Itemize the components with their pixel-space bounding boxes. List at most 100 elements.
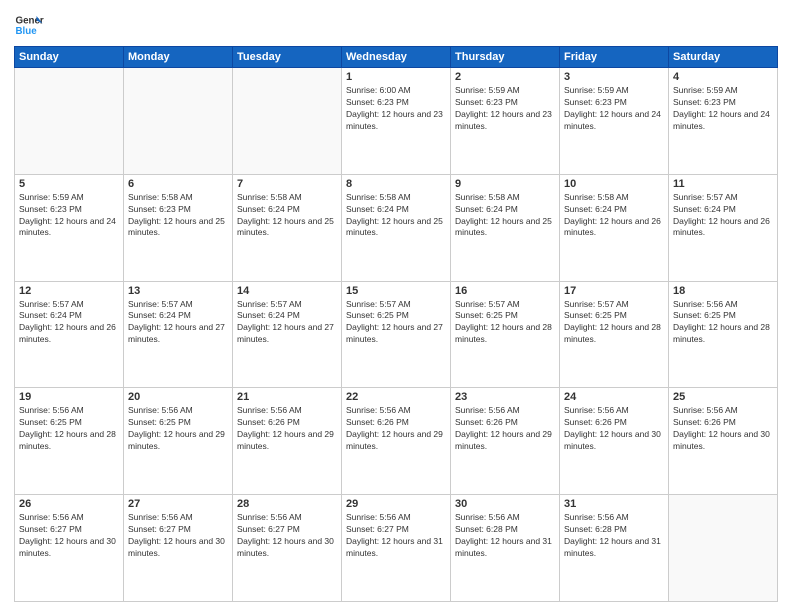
day-number: 9 (455, 178, 555, 190)
day-number: 30 (455, 498, 555, 510)
day-info: Sunrise: 5:58 AM Sunset: 6:24 PM Dayligh… (346, 192, 446, 240)
svg-text:Blue: Blue (16, 26, 38, 37)
day-info: Sunrise: 5:56 AM Sunset: 6:26 PM Dayligh… (564, 405, 664, 453)
weekday-header-saturday: Saturday (669, 47, 778, 68)
day-info: Sunrise: 5:56 AM Sunset: 6:28 PM Dayligh… (455, 512, 555, 560)
day-number: 29 (346, 498, 446, 510)
day-number: 8 (346, 178, 446, 190)
calendar-cell: 18Sunrise: 5:56 AM Sunset: 6:25 PM Dayli… (669, 281, 778, 388)
day-info: Sunrise: 5:57 AM Sunset: 6:24 PM Dayligh… (19, 299, 119, 347)
day-info: Sunrise: 5:56 AM Sunset: 6:27 PM Dayligh… (19, 512, 119, 560)
calendar-cell: 13 Sunrise: 5:57 AM Sunset: 6:24 PM Dayli… (124, 281, 233, 388)
day-number: 1 (346, 71, 446, 83)
calendar-cell: 31 Sunrise: 5:56 AM Sunset: 6:28 PM Dayli… (560, 495, 669, 602)
day-info: Sunrise: 5:56 AM Sunset: 6:26 PM Dayligh… (346, 405, 446, 453)
day-number: 15 (346, 285, 446, 297)
day-number: 10 (564, 178, 664, 190)
calendar-week-3: 12Sunrise: 5:57 AM Sunset: 6:24 PM Dayli… (15, 281, 778, 388)
day-number: 20 (128, 391, 228, 403)
day-number: 24 (564, 391, 664, 403)
day-number: 27 (128, 498, 228, 510)
day-info: Sunrise: 5:56 AM Sunset: 6:25 PM Dayligh… (19, 405, 119, 453)
day-info: Sunrise: 5:56 AM Sunset: 6:26 PM Dayligh… (455, 405, 555, 453)
day-info: Sunrise: 5:56 AM Sunset: 6:27 PM Dayligh… (128, 512, 228, 560)
day-info: Sunrise: 5:58 AM Sunset: 6:24 PM Dayligh… (455, 192, 555, 240)
calendar-cell: 24 Sunrise: 5:56 AM Sunset: 6:26 PM Dayli… (560, 388, 669, 495)
day-number: 19 (19, 391, 119, 403)
logo: General Blue (14, 10, 44, 40)
calendar-week-1: 1 Sunrise: 6:00 AM Sunset: 6:23 PM Daylig… (15, 68, 778, 175)
calendar-cell (15, 68, 124, 175)
logo-icon: General Blue (14, 10, 44, 40)
day-number: 13 (128, 285, 228, 297)
calendar-cell: 30 Sunrise: 5:56 AM Sunset: 6:28 PM Dayli… (451, 495, 560, 602)
day-info: Sunrise: 5:58 AM Sunset: 6:24 PM Dayligh… (564, 192, 664, 240)
day-info: Sunrise: 5:57 AM Sunset: 6:24 PM Dayligh… (673, 192, 773, 240)
calendar-cell (233, 68, 342, 175)
calendar-cell: 12Sunrise: 5:57 AM Sunset: 6:24 PM Dayli… (15, 281, 124, 388)
weekday-header-sunday: Sunday (15, 47, 124, 68)
calendar-week-5: 26 Sunrise: 5:56 AM Sunset: 6:27 PM Dayli… (15, 495, 778, 602)
calendar-cell: 29 Sunrise: 5:56 AM Sunset: 6:27 PM Dayli… (342, 495, 451, 602)
day-info: Sunrise: 5:59 AM Sunset: 6:23 PM Dayligh… (455, 85, 555, 133)
calendar-cell: 21 Sunrise: 5:56 AM Sunset: 6:26 PM Dayli… (233, 388, 342, 495)
day-number: 23 (455, 391, 555, 403)
calendar-cell: 1 Sunrise: 6:00 AM Sunset: 6:23 PM Daylig… (342, 68, 451, 175)
day-info: Sunrise: 5:56 AM Sunset: 6:27 PM Dayligh… (237, 512, 337, 560)
calendar-cell: 20 Sunrise: 5:56 AM Sunset: 6:25 PM Dayli… (124, 388, 233, 495)
calendar-cell (669, 495, 778, 602)
day-info: Sunrise: 5:56 AM Sunset: 6:26 PM Dayligh… (673, 405, 773, 453)
day-number: 2 (455, 71, 555, 83)
day-number: 31 (564, 498, 664, 510)
calendar-cell: 10 Sunrise: 5:58 AM Sunset: 6:24 PM Dayli… (560, 174, 669, 281)
day-info: Sunrise: 5:56 AM Sunset: 6:25 PM Dayligh… (128, 405, 228, 453)
day-info: Sunrise: 5:57 AM Sunset: 6:25 PM Dayligh… (346, 299, 446, 347)
calendar-cell: 8 Sunrise: 5:58 AM Sunset: 6:24 PM Daylig… (342, 174, 451, 281)
day-info: Sunrise: 5:58 AM Sunset: 6:23 PM Dayligh… (128, 192, 228, 240)
calendar-cell: 11 Sunrise: 5:57 AM Sunset: 6:24 PM Dayli… (669, 174, 778, 281)
calendar-cell: 23 Sunrise: 5:56 AM Sunset: 6:26 PM Dayli… (451, 388, 560, 495)
day-number: 21 (237, 391, 337, 403)
day-number: 3 (564, 71, 664, 83)
day-info: Sunrise: 5:56 AM Sunset: 6:27 PM Dayligh… (346, 512, 446, 560)
calendar-cell: 19 Sunrise: 5:56 AM Sunset: 6:25 PM Dayli… (15, 388, 124, 495)
calendar-cell: 28 Sunrise: 5:56 AM Sunset: 6:27 PM Dayli… (233, 495, 342, 602)
day-info: Sunrise: 5:59 AM Sunset: 6:23 PM Dayligh… (673, 85, 773, 133)
day-number: 16 (455, 285, 555, 297)
day-number: 5 (19, 178, 119, 190)
calendar-cell: 14Sunrise: 5:57 AM Sunset: 6:24 PM Dayli… (233, 281, 342, 388)
calendar-cell: 7 Sunrise: 5:58 AM Sunset: 6:24 PM Daylig… (233, 174, 342, 281)
calendar-cell: 9 Sunrise: 5:58 AM Sunset: 6:24 PM Daylig… (451, 174, 560, 281)
calendar-header-row: SundayMondayTuesdayWednesdayThursdayFrid… (15, 47, 778, 68)
day-number: 17 (564, 285, 664, 297)
calendar-cell: 15 Sunrise: 5:57 AM Sunset: 6:25 PM Dayli… (342, 281, 451, 388)
day-info: Sunrise: 5:56 AM Sunset: 6:25 PM Dayligh… (673, 299, 773, 347)
day-info: Sunrise: 6:00 AM Sunset: 6:23 PM Dayligh… (346, 85, 446, 133)
day-info: Sunrise: 5:59 AM Sunset: 6:23 PM Dayligh… (564, 85, 664, 133)
day-number: 22 (346, 391, 446, 403)
day-info: Sunrise: 5:57 AM Sunset: 6:24 PM Dayligh… (237, 299, 337, 347)
calendar-cell: 6Sunrise: 5:58 AM Sunset: 6:23 PM Daylig… (124, 174, 233, 281)
calendar-cell: 5Sunrise: 5:59 AM Sunset: 6:23 PM Daylig… (15, 174, 124, 281)
header: General Blue (14, 10, 778, 40)
calendar-cell: 26 Sunrise: 5:56 AM Sunset: 6:27 PM Dayli… (15, 495, 124, 602)
day-info: Sunrise: 5:56 AM Sunset: 6:28 PM Dayligh… (564, 512, 664, 560)
weekday-header-tuesday: Tuesday (233, 47, 342, 68)
day-number: 26 (19, 498, 119, 510)
day-number: 28 (237, 498, 337, 510)
day-number: 25 (673, 391, 773, 403)
day-number: 7 (237, 178, 337, 190)
day-info: Sunrise: 5:57 AM Sunset: 6:24 PM Dayligh… (128, 299, 228, 347)
calendar-table: SundayMondayTuesdayWednesdayThursdayFrid… (14, 46, 778, 602)
day-number: 4 (673, 71, 773, 83)
calendar-cell: 3 Sunrise: 5:59 AM Sunset: 6:23 PM Daylig… (560, 68, 669, 175)
weekday-header-monday: Monday (124, 47, 233, 68)
day-info: Sunrise: 5:58 AM Sunset: 6:24 PM Dayligh… (237, 192, 337, 240)
day-info: Sunrise: 5:57 AM Sunset: 6:25 PM Dayligh… (455, 299, 555, 347)
calendar-cell: 17Sunrise: 5:57 AM Sunset: 6:25 PM Dayli… (560, 281, 669, 388)
day-info: Sunrise: 5:56 AM Sunset: 6:26 PM Dayligh… (237, 405, 337, 453)
calendar-cell (124, 68, 233, 175)
weekday-header-thursday: Thursday (451, 47, 560, 68)
day-number: 11 (673, 178, 773, 190)
calendar-cell: 2 Sunrise: 5:59 AM Sunset: 6:23 PM Daylig… (451, 68, 560, 175)
